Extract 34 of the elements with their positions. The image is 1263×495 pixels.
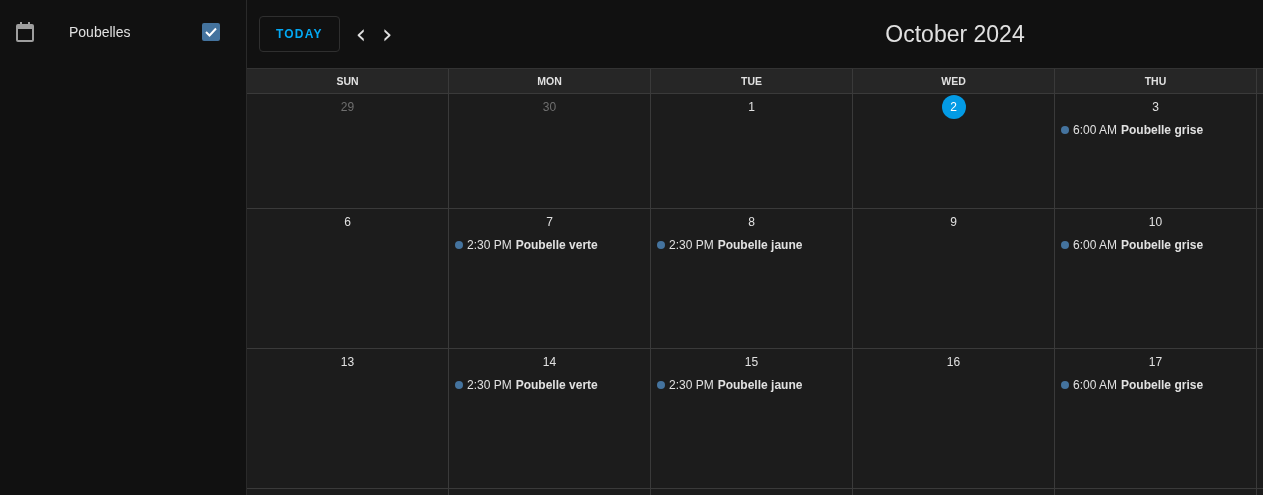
checkbox[interactable] (202, 23, 220, 41)
next-button[interactable]: › (374, 21, 401, 47)
date-number: 3 (1151, 99, 1160, 116)
date-number: 16 (945, 354, 962, 371)
calendar-name: Poubelles (69, 24, 132, 40)
today-button[interactable]: TODAY (259, 16, 340, 52)
calendar-event[interactable]: 2:30 PM Poubelle verte (455, 378, 644, 392)
date-number: 10 (1147, 214, 1164, 231)
calendar-event[interactable]: 6:00 AM Poubelle grise (1061, 123, 1250, 137)
date-number: 8 (747, 214, 756, 231)
date-number: 6 (343, 214, 352, 231)
weekday-header: WED (853, 69, 1055, 93)
weekday-header: SUN (247, 69, 449, 93)
weekday-header: MON (449, 69, 651, 93)
calendar-event[interactable]: 6:00 AM Poubelle grise (1061, 378, 1250, 392)
month-title: October 2024 (885, 20, 1025, 48)
date-number: 14 (541, 354, 558, 371)
date-number: 15 (743, 354, 760, 371)
date-number: 1 (747, 99, 756, 116)
calendar-event[interactable]: 2:30 PM Poubelle jaune (657, 378, 846, 392)
date-number: 7 (545, 214, 554, 231)
calendar-event[interactable]: 6:00 AM Poubelle grise (1061, 238, 1250, 252)
date-number: 17 (1147, 354, 1164, 371)
calendar-event[interactable]: 2:30 PM Poubelle jaune (657, 238, 846, 252)
date-number: 30 (541, 99, 558, 116)
weekday-header: TUE (651, 69, 853, 93)
calendar-icon (16, 22, 34, 42)
date-number: 29 (339, 99, 356, 116)
today-date: 2 (941, 95, 966, 119)
weekday-header: THU (1055, 69, 1257, 93)
previous-button[interactable]: ‹ (347, 21, 375, 47)
date-number: 13 (339, 354, 356, 371)
date-number: 9 (949, 214, 958, 231)
calendar-event[interactable]: 2:30 PM Poubelle verte (455, 238, 644, 252)
